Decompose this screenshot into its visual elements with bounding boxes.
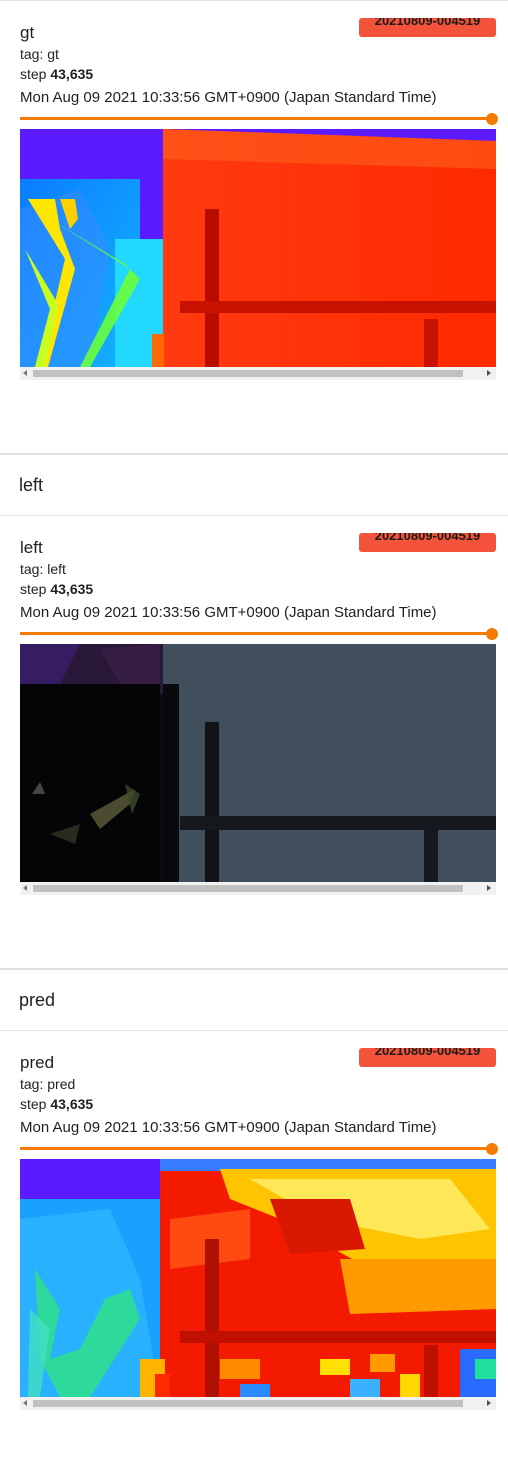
- scrollbar-thumb[interactable]: [33, 370, 463, 377]
- scroll-right-icon[interactable]: [487, 1400, 491, 1406]
- timestamp: Mon Aug 09 2021 10:33:56 GMT+0900 (Japan…: [20, 89, 437, 106]
- slider-thumb[interactable]: [486, 113, 498, 125]
- image-scrollbar[interactable]: [20, 1397, 496, 1410]
- tag-label: tag: left: [20, 561, 66, 577]
- image-card-left: left 20210809-004519 tag: left step 43,6…: [0, 516, 508, 968]
- step-value: 43,635: [50, 581, 94, 597]
- slider-track: [20, 117, 492, 120]
- run-badge[interactable]: 20210809-004519: [359, 533, 496, 552]
- tag-label: tag: gt: [20, 46, 59, 62]
- scroll-left-icon[interactable]: [23, 885, 27, 891]
- scroll-right-icon[interactable]: [487, 370, 491, 376]
- step-label: step 43,635: [20, 581, 94, 597]
- section-header-left[interactable]: left: [0, 453, 508, 516]
- step-value: 43,635: [50, 66, 94, 82]
- scroll-left-icon[interactable]: [23, 1400, 27, 1406]
- image-card-gt: gt 20210809-004519 tag: gt step 43,635 M…: [0, 1, 508, 453]
- timestamp: Mon Aug 09 2021 10:33:56 GMT+0900 (Japan…: [20, 1119, 437, 1136]
- step-label: step 43,635: [20, 1096, 94, 1112]
- summary-image-gt: [20, 129, 496, 367]
- scrollbar-thumb[interactable]: [33, 885, 463, 892]
- image-scrollbar[interactable]: [20, 882, 496, 895]
- section-header-pred[interactable]: pred: [0, 968, 508, 1031]
- scrollbar-thumb[interactable]: [33, 1400, 463, 1407]
- scroll-right-icon[interactable]: [487, 885, 491, 891]
- run-badge[interactable]: 20210809-004519: [359, 18, 496, 37]
- section-title: pred: [19, 990, 56, 1010]
- step-label: step 43,635: [20, 66, 94, 82]
- slider-thumb[interactable]: [486, 628, 498, 640]
- slider-thumb[interactable]: [486, 1143, 498, 1155]
- step-slider[interactable]: [20, 628, 498, 640]
- image-scrollbar[interactable]: [20, 367, 496, 380]
- timestamp: Mon Aug 09 2021 10:33:56 GMT+0900 (Japan…: [20, 604, 437, 621]
- step-value: 43,635: [50, 1096, 94, 1112]
- summary-image-pred: [20, 1159, 496, 1397]
- summary-image-left: [20, 644, 496, 882]
- slider-track: [20, 1147, 492, 1150]
- card-title: pred: [20, 1053, 55, 1072]
- scroll-left-icon[interactable]: [23, 370, 27, 376]
- card-title: gt: [20, 23, 35, 42]
- run-badge[interactable]: 20210809-004519: [359, 1048, 496, 1067]
- image-card-pred: pred 20210809-004519 tag: pred step 43,6…: [0, 1031, 508, 1483]
- card-title: left: [20, 538, 43, 557]
- tag-label: tag: pred: [20, 1076, 76, 1092]
- section-title: left: [19, 475, 44, 495]
- slider-track: [20, 632, 492, 635]
- step-slider[interactable]: [20, 1143, 498, 1155]
- step-slider[interactable]: [20, 113, 498, 125]
